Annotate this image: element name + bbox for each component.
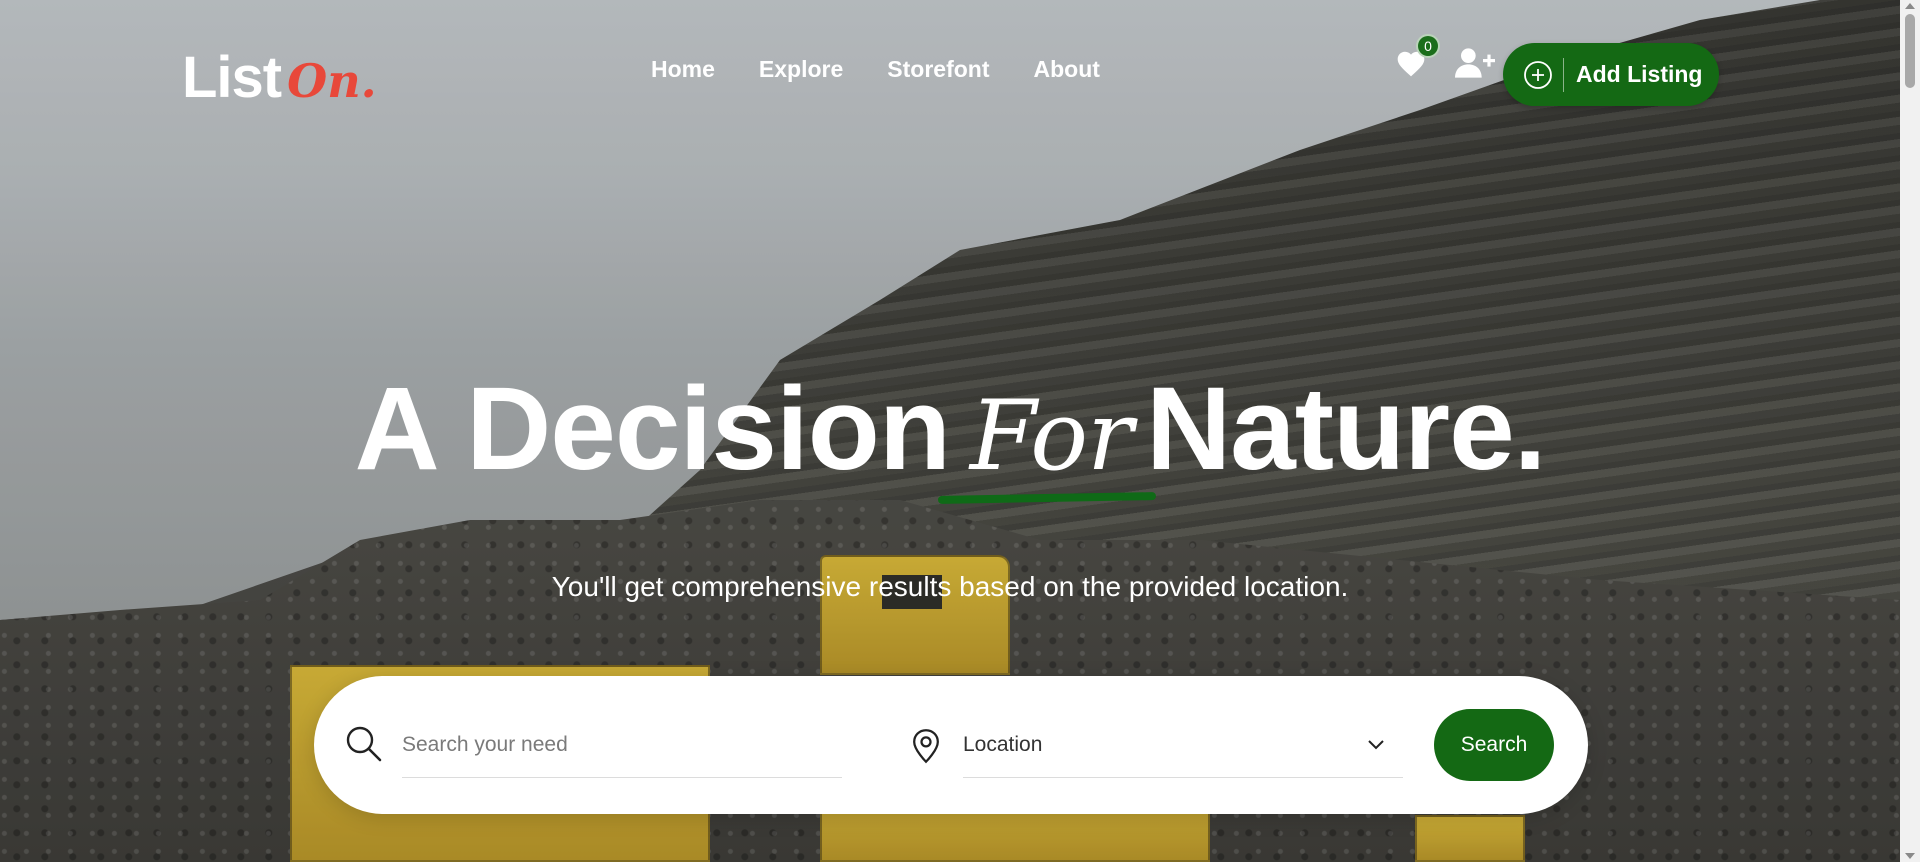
location-select[interactable]: Location: [963, 712, 1403, 778]
site-header: List On. Home Explore Storefont About 0: [0, 0, 1900, 145]
hero-subtitle: You'll get comprehensive results based o…: [551, 571, 1349, 602]
add-listing-label: Add Listing: [1576, 61, 1703, 87]
location-select-value: Location: [963, 732, 1043, 756]
nav-item-home[interactable]: Home: [651, 56, 715, 83]
nav-item-explore[interactable]: Explore: [759, 56, 843, 83]
search-bar: Location Search: [314, 676, 1588, 814]
hero-title-accent: For: [937, 388, 1157, 504]
plus-circle-icon: [1524, 60, 1552, 89]
hero-title-accent-text: For: [969, 380, 1133, 492]
logo-text-main: List: [182, 45, 282, 110]
search-icon: [344, 724, 384, 769]
scroll-down-arrow-icon[interactable]: [1905, 853, 1915, 859]
header-actions: 0: [1390, 34, 1496, 84]
hero-title-after: Nature.: [1145, 363, 1547, 495]
map-pin-icon: [910, 728, 942, 769]
site-logo[interactable]: List On.: [182, 44, 377, 111]
add-listing-button[interactable]: Add Listing: [1503, 43, 1719, 106]
nav-item-storefont[interactable]: Storefont: [887, 56, 989, 83]
nav-item-about[interactable]: About: [1034, 56, 1100, 83]
main-nav: Home Explore Storefont About: [651, 56, 1100, 83]
wishlist-button[interactable]: 0: [1390, 34, 1440, 84]
wishlist-count-badge: 0: [1416, 34, 1440, 58]
scroll-up-arrow-icon[interactable]: [1905, 3, 1915, 9]
scroll-thumb[interactable]: [1905, 14, 1915, 88]
account-button[interactable]: [1454, 42, 1496, 84]
hero-title: A Decision For Nature.: [0, 370, 1900, 504]
logo-text-accent: On.: [287, 54, 377, 108]
page-scrollbar[interactable]: [1900, 0, 1920, 862]
hero-title-before: A Decision: [354, 363, 950, 495]
button-divider: [1563, 57, 1564, 92]
chevron-down-icon: [1368, 739, 1384, 749]
user-plus-icon: [1455, 48, 1495, 78]
search-input[interactable]: [402, 712, 842, 778]
search-button[interactable]: Search: [1434, 709, 1554, 781]
